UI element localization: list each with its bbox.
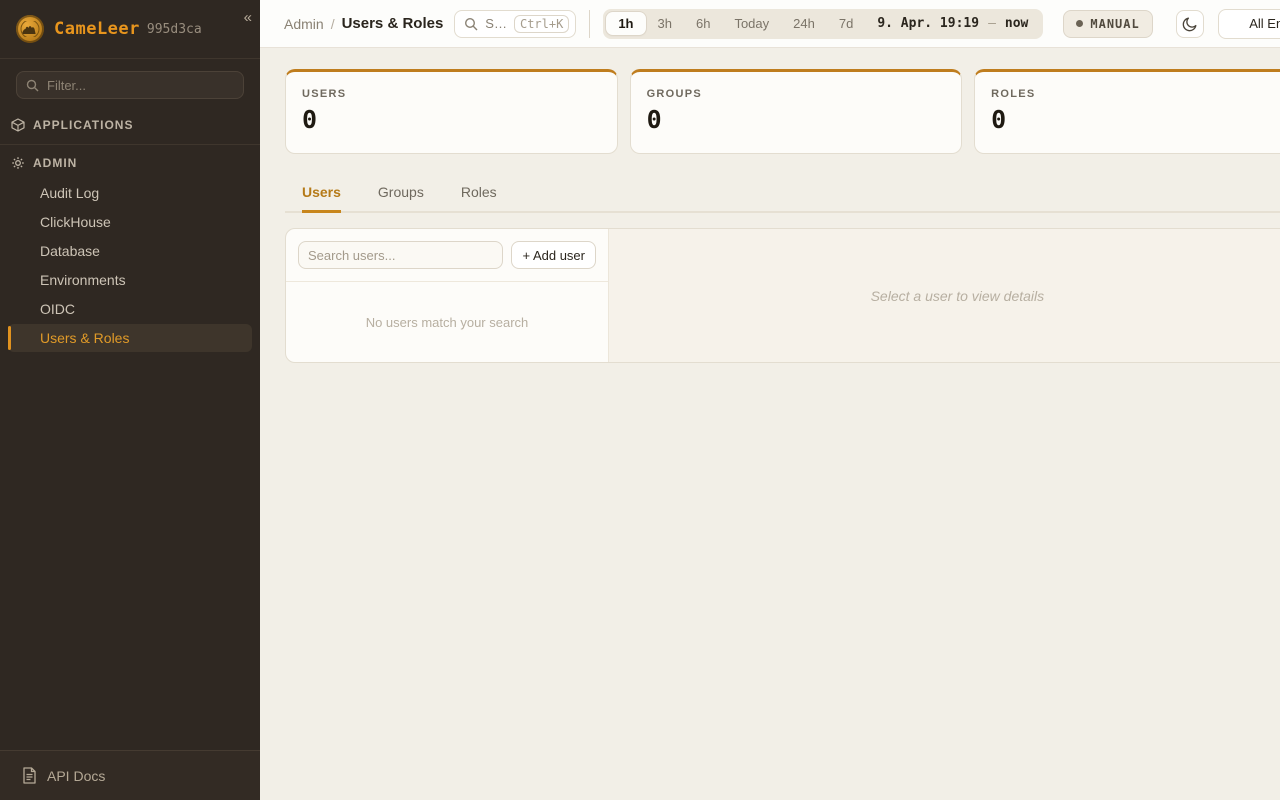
sidebar-spacer [0,353,260,750]
stat-card-roles: ROLES 0 [974,69,1280,154]
refresh-mode-button[interactable]: MANUAL [1063,10,1152,38]
tab-users[interactable]: Users [302,176,341,213]
sidebar-item-database[interactable]: Database [8,237,252,265]
environment-selected-value: All Envs [1249,16,1280,31]
sidebar-item-clickhouse[interactable]: ClickHouse [8,208,252,236]
time-range-6h[interactable]: 6h [684,12,722,35]
page-content: USERS 0 GROUPS 0 ROLES 0 Users Groups Ro… [260,48,1280,384]
sidebar-filter-wrap: Filter... [0,59,260,109]
search-icon [464,17,478,31]
sidebar-divider [0,144,260,145]
sidebar-collapse-icon[interactable]: « [244,10,252,25]
tab-bar: Users Groups Roles [285,176,1280,213]
admin-nav: Audit Log ClickHouse Database Environmen… [0,178,260,353]
breadcrumb: Admin / Users & Roles [284,15,443,32]
moon-icon [1182,16,1198,32]
sidebar-filter-input[interactable]: Filter... [16,71,244,99]
stat-value: 0 [302,105,601,134]
time-range-control: 1h 3h 6h Today 24h 7d 9. Apr. 19:19 — no… [603,9,1043,39]
sidebar-item-users-roles[interactable]: Users & Roles [8,324,252,352]
main-area: Admin / Users & Roles S… Ctrl+K 1h 3h 6h… [260,0,1280,800]
stat-label: GROUPS [647,88,946,100]
tab-roles[interactable]: Roles [461,176,497,213]
topbar-divider [589,10,590,38]
add-user-button[interactable]: + Add user [511,241,596,269]
app-version: 995d3ca [147,22,202,37]
theme-toggle-button[interactable] [1176,10,1204,38]
sidebar: CameLeer 995d3ca « Filter... APPLICATION… [0,0,260,800]
app-title: CameLeer [54,19,140,39]
stat-card-groups: GROUPS 0 [630,69,963,154]
search-label: S… [485,16,507,31]
gear-icon [11,156,25,170]
user-detail-empty-state: Select a user to view details [871,288,1045,304]
sidebar-item-oidc[interactable]: OIDC [8,295,252,323]
refresh-mode-label: MANUAL [1090,17,1139,31]
package-icon [11,118,25,132]
document-icon [22,767,37,784]
stat-cards-row: USERS 0 GROUPS 0 ROLES 0 [285,69,1280,154]
users-panel: + Add user No users match your search Se… [285,228,1280,363]
sidebar-section-admin[interactable]: ADMIN [0,147,260,178]
breadcrumb-admin[interactable]: Admin [284,16,324,32]
search-shortcut-badge: Ctrl+K [514,15,569,33]
stat-card-users: USERS 0 [285,69,618,154]
sidebar-item-audit-log[interactable]: Audit Log [8,179,252,207]
sidebar-item-environments[interactable]: Environments [8,266,252,294]
search-icon [26,79,39,92]
stat-label: ROLES [991,88,1280,100]
time-range-1h[interactable]: 1h [606,12,645,35]
users-list-pane: + Add user No users match your search [286,229,609,362]
sidebar-section-applications[interactable]: APPLICATIONS [0,109,260,140]
api-docs-link[interactable]: API Docs [0,750,260,800]
time-to[interactable]: now [1005,16,1028,31]
cameleer-logo-icon [16,15,44,43]
time-dash: — [988,16,996,31]
stat-value: 0 [991,105,1280,134]
stat-label: USERS [302,88,601,100]
topbar: Admin / Users & Roles S… Ctrl+K 1h 3h 6h… [260,0,1280,48]
app-window: CameLeer 995d3ca « Filter... APPLICATION… [0,0,1280,800]
section-label: ADMIN [33,156,77,170]
time-from[interactable]: 9. Apr. 19:19 [877,16,979,31]
user-detail-pane: Select a user to view details [609,229,1280,362]
users-list-toolbar: + Add user [286,229,608,281]
refresh-dot-icon [1076,20,1083,27]
time-range-7d[interactable]: 7d [827,12,865,35]
environment-select[interactable]: All Envs ▾ [1218,9,1280,39]
sidebar-filter-placeholder: Filter... [47,78,86,93]
global-search-button[interactable]: S… Ctrl+K [454,10,576,38]
time-range-custom[interactable]: 9. Apr. 19:19 — now [865,16,1040,31]
search-users-input[interactable] [298,241,503,269]
breadcrumb-separator: / [331,16,335,32]
page-title: Users & Roles [342,15,444,32]
stat-value: 0 [647,105,946,134]
users-list-empty-state: No users match your search [286,281,608,362]
tab-groups[interactable]: Groups [378,176,424,213]
time-range-3h[interactable]: 3h [646,12,684,35]
api-docs-label: API Docs [47,768,105,784]
time-range-today[interactable]: Today [722,12,781,35]
time-range-24h[interactable]: 24h [781,12,827,35]
section-label: APPLICATIONS [33,118,133,132]
sidebar-header: CameLeer 995d3ca « [0,0,260,59]
